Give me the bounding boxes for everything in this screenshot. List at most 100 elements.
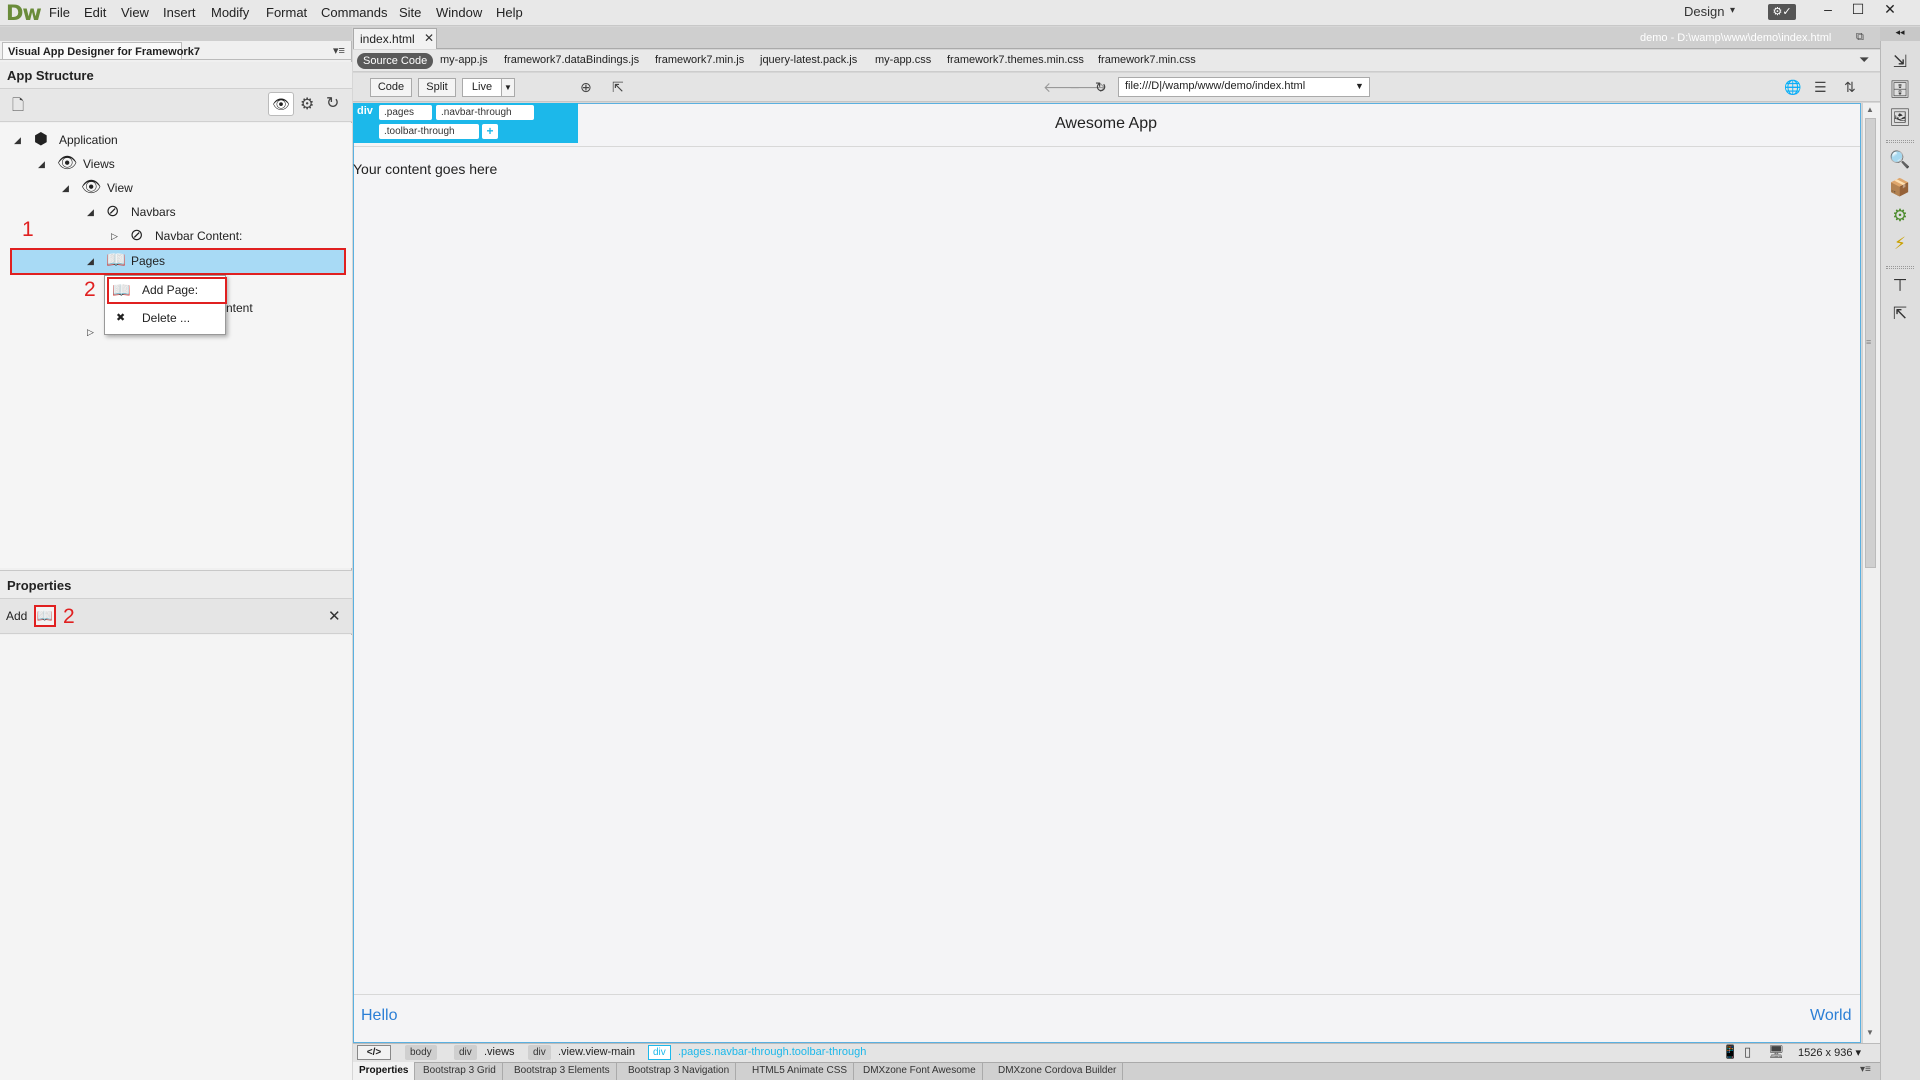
live-view-button[interactable]: Live — [462, 78, 502, 97]
minimize-button[interactable]: – — [1812, 0, 1844, 20]
tab-cordova-builder[interactable]: DMXzone Cordova Builder — [992, 1062, 1124, 1080]
related-file[interactable]: my-app.css — [875, 54, 931, 66]
menu-view[interactable]: View — [121, 5, 149, 20]
inspect-icon[interactable]: ⊕ — [580, 79, 592, 96]
sync-settings-icon[interactable]: ⚙✓ — [1768, 4, 1796, 20]
workspace-switcher[interactable]: Design — [1684, 4, 1724, 19]
desktop-size-icon[interactable]: 🖥 — [1768, 1044, 1785, 1060]
menu-window[interactable]: Window — [436, 5, 482, 20]
sort-icon[interactable]: ⇅ — [1844, 79, 1856, 96]
scroll-up-icon[interactable]: ▲ — [1866, 105, 1874, 114]
related-file[interactable]: framework7.dataBindings.js — [504, 54, 639, 66]
tree-label: Navbars — [131, 205, 176, 219]
related-file[interactable]: framework7.themes.min.css — [947, 54, 1084, 66]
gear-icon[interactable]: ⚙ — [300, 94, 314, 114]
tag-crumb[interactable]: body — [405, 1045, 437, 1060]
menu-insert[interactable]: Insert — [163, 5, 196, 20]
related-file[interactable]: my-app.js — [440, 54, 488, 66]
collapse-arrow-icon[interactable]: ▷ — [87, 320, 94, 344]
design-view[interactable] — [353, 103, 1861, 1043]
delete-menu-item[interactable]: Delete ... — [142, 311, 190, 325]
extensions-icon[interactable]: 📦 — [1888, 178, 1912, 202]
tag-crumb-class[interactable]: .view.view-main — [558, 1046, 635, 1058]
panel-collapse-bar[interactable] — [0, 27, 352, 41]
close-button[interactable]: ✕ — [1874, 0, 1906, 20]
tag-crumb[interactable]: div — [528, 1045, 551, 1060]
panel-menu-icon[interactable]: ▾≡ — [1860, 1064, 1871, 1075]
viewport-size-selector[interactable]: 1526 x 936 ▾ — [1798, 1046, 1861, 1059]
close-icon[interactable]: ✕ — [328, 607, 341, 625]
css-designer-icon[interactable]: 🔍 — [1888, 150, 1912, 174]
assets-icon[interactable]: 🖼 — [1888, 108, 1912, 132]
tab-font-awesome[interactable]: DMXzone Font Awesome — [857, 1062, 983, 1080]
refresh-icon[interactable]: ↻ — [326, 93, 339, 113]
expand-arrow-icon[interactable]: ◢ — [38, 152, 45, 176]
expand-arrow-icon[interactable]: ◢ — [14, 128, 21, 152]
expand-panels-icon[interactable]: ◂◂ — [1880, 27, 1920, 41]
tab-properties[interactable]: Properties — [353, 1062, 416, 1080]
tab-bootstrap-grid[interactable]: Bootstrap 3 Grid — [417, 1062, 503, 1080]
menu-help[interactable]: Help — [496, 5, 523, 20]
related-file[interactable]: framework7.min.css — [1098, 54, 1196, 66]
split-view-button[interactable]: Split — [418, 78, 456, 97]
page-content-text[interactable]: Your content goes here — [353, 161, 497, 177]
chevron-down-icon[interactable]: ▼ — [501, 78, 515, 97]
collapse-arrow-icon[interactable]: ▷ — [111, 224, 118, 248]
files-icon[interactable]: ⇲ — [1888, 52, 1912, 76]
refresh-icon[interactable]: ↻ — [1095, 79, 1107, 96]
menu-edit[interactable]: Edit — [84, 5, 106, 20]
tab-bootstrap-navigation[interactable]: Bootstrap 3 Navigation — [622, 1062, 737, 1080]
close-icon[interactable]: ✕ — [424, 31, 434, 45]
selected-tag-class[interactable]: .pages.navbar-through.toolbar-through — [678, 1046, 866, 1058]
code-view-button[interactable]: Code — [370, 78, 412, 97]
expand-arrow-icon[interactable]: ◢ — [62, 176, 69, 200]
server-behaviors-icon[interactable]: ⚙ — [1888, 206, 1912, 230]
add-page-label[interactable]: Add Page: — [142, 283, 198, 297]
tab-html5-animate[interactable]: HTML5 Animate CSS — [746, 1062, 855, 1080]
behaviors-icon[interactable]: ⚡ — [1888, 234, 1912, 258]
menu-file[interactable]: File — [49, 5, 70, 20]
expand-arrow-icon[interactable]: ◢ — [87, 249, 94, 273]
url-input[interactable]: file:///D|/wamp/www/demo/index.html — [1118, 77, 1370, 97]
expand-arrow-icon[interactable]: ◢ — [87, 200, 94, 224]
snippets-icon[interactable]: ⇱ — [1888, 304, 1912, 328]
badge-class[interactable]: .pages — [379, 105, 432, 120]
panel-tab[interactable]: Visual App Designer for Framework7 — [2, 42, 200, 60]
page-options-icon[interactable]: ☰ — [1814, 79, 1827, 96]
globe-icon[interactable]: 🌐 — [1784, 79, 1801, 96]
code-navigator-icon[interactable]: ⇱ — [612, 79, 624, 96]
toolbar-divider — [354, 994, 1860, 995]
maximize-button[interactable]: ☐ — [1842, 0, 1874, 20]
pages-selected-row[interactable] — [10, 248, 346, 275]
database-icon[interactable]: 🗄 — [1888, 80, 1912, 104]
code-toggle-button[interactable]: </> — [357, 1045, 391, 1060]
badge-class[interactable]: .navbar-through — [436, 105, 534, 120]
toolbar-link-world[interactable]: World — [1810, 1007, 1852, 1025]
chevron-down-icon[interactable]: ▼ — [1355, 81, 1364, 91]
badge-class[interactable]: .toolbar-through — [379, 124, 479, 139]
source-code-button[interactable]: Source Code — [357, 53, 434, 69]
menu-modify[interactable]: Modify — [211, 5, 249, 20]
new-document-icon[interactable]: 🗋 — [12, 95, 24, 120]
tag-crumb[interactable]: div — [454, 1045, 477, 1060]
add-page-button[interactable]: 📖 — [34, 605, 56, 627]
menu-format[interactable]: Format — [266, 5, 307, 20]
chevron-down-icon[interactable]: ▾ — [1730, 5, 1735, 16]
tab-bootstrap-elements[interactable]: Bootstrap 3 Elements — [508, 1062, 617, 1080]
filter-icon[interactable]: ⏷ — [1859, 52, 1869, 68]
related-file[interactable]: jquery-latest.pack.js — [760, 54, 857, 66]
restore-icon[interactable]: ⧉ — [1856, 31, 1864, 44]
menu-site[interactable]: Site — [399, 5, 421, 20]
related-file[interactable]: framework7.min.js — [655, 54, 744, 66]
toolbar-link-hello[interactable]: Hello — [361, 1007, 397, 1025]
mobile-size-icon[interactable]: 📱 — [1722, 1044, 1738, 1060]
add-class-button[interactable]: + — [482, 124, 498, 139]
selected-tag-crumb[interactable]: div — [648, 1045, 671, 1060]
scroll-down-icon[interactable]: ▼ — [1866, 1028, 1874, 1037]
tablet-size-icon[interactable]: ▯ — [1744, 1044, 1751, 1060]
sitemap-icon[interactable]: ⊤ — [1888, 276, 1912, 300]
menu-commands[interactable]: Commands — [321, 5, 387, 20]
panel-menu-icon[interactable]: ▾≡ — [333, 44, 345, 57]
eye-icon[interactable]: 👁 — [268, 92, 294, 116]
tag-crumb-class[interactable]: .views — [484, 1046, 515, 1058]
